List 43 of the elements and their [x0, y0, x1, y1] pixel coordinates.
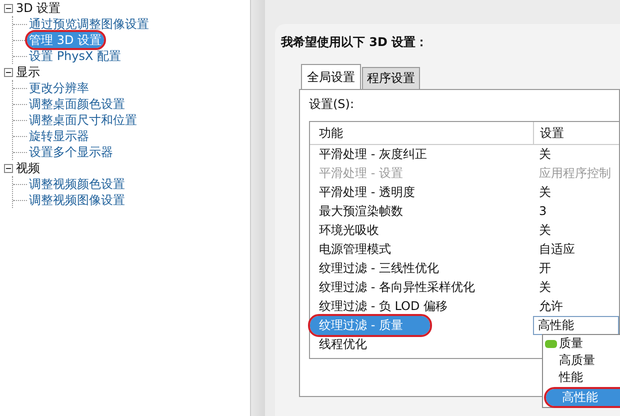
column-header[interactable]: 功能 [310, 122, 533, 144]
value-cell-text: 开 [538, 260, 552, 277]
tab[interactable]: 全局设置 [301, 64, 361, 89]
tree-item[interactable]: 设置 PhysX 配置 [27, 48, 124, 64]
feature-cell[interactable]: 最大预渲染帧数 [310, 202, 533, 221]
tree-category[interactable]: 3D 设置 [16, 0, 61, 16]
value-cell-text: 应用程序控制 [538, 165, 612, 182]
feature-cell[interactable]: 环境光吸收 [310, 221, 533, 240]
tree-item[interactable]: 调整桌面颜色设置 [27, 96, 127, 112]
feature-cell[interactable]: 平滑处理 - 透明度 [310, 183, 533, 202]
value-cell-text: 关 [538, 184, 552, 201]
feature-cell[interactable]: 平滑处理 - 灰度纠正 [310, 145, 533, 164]
tree-item[interactable]: 设置多个显示器 [27, 144, 115, 160]
tree-item[interactable]: 调整桌面尺寸和位置 [27, 112, 139, 128]
collapse-icon[interactable] [4, 4, 13, 12]
value-cell-text: 自适应 [538, 241, 576, 258]
collapse-icon[interactable] [4, 68, 13, 76]
tree-category[interactable]: 视频 [16, 160, 40, 176]
tree-item[interactable]: 通过预览调整图像设置 [27, 16, 151, 32]
feature-cell[interactable]: 纹理过滤 - 负 LOD 偏移 [310, 297, 533, 316]
tree-item[interactable]: 调整视频图像设置 [27, 192, 127, 208]
value-cell-text: 允许 [538, 298, 564, 315]
settings-label: 设置(S): [309, 96, 356, 113]
feature-cell[interactable]: 电源管理模式 [310, 240, 533, 259]
tree-category[interactable]: 显示 [16, 64, 40, 80]
feature-cell[interactable]: 纹理过滤 - 三线性优化 [310, 259, 533, 278]
dropdown-option[interactable]: 高质量 [543, 352, 620, 369]
section-heading: 我希望使用以下 3D 设置： [281, 34, 429, 51]
value-dropdown[interactable]: 高性能 [533, 316, 619, 335]
value-cell-text: 关 [538, 146, 552, 163]
tree-item[interactable]: 调整视频颜色设置 [27, 176, 127, 192]
feature-cell[interactable]: 纹理过滤 - 各向异性采样优化 [310, 278, 533, 297]
tree-item[interactable]: 更改分辨率 [27, 80, 91, 96]
dropdown-option[interactable]: 质量 [543, 335, 620, 352]
collapse-icon[interactable] [4, 164, 13, 172]
dropdown-option[interactable]: 性能 [543, 369, 620, 386]
tree-item[interactable]: 旋转显示器 [27, 128, 91, 144]
value-cell-text: 关 [538, 279, 552, 296]
value-cell-text: 3 [538, 203, 548, 220]
feature-cell[interactable]: 线程优化 [310, 335, 533, 354]
value-cell-text: 关 [538, 222, 552, 239]
tab[interactable]: 程序设置 [362, 67, 420, 89]
column-header[interactable]: 设置 [533, 122, 619, 144]
